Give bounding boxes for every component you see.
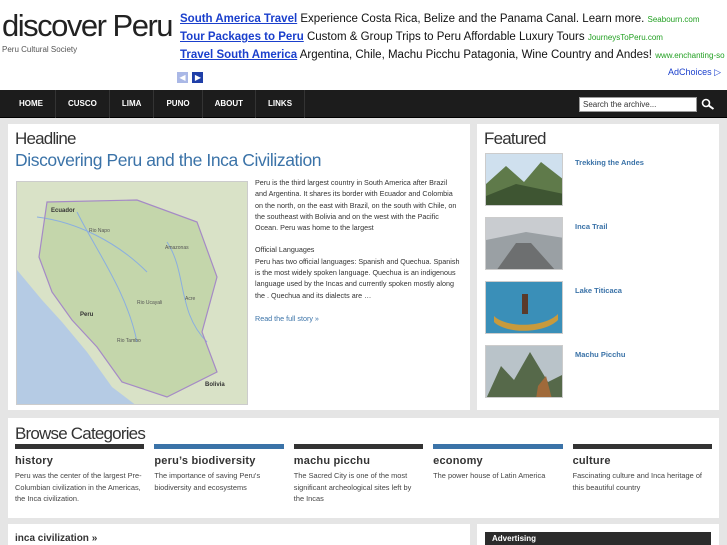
featured-item[interactable]: Trekking the Andes <box>485 153 711 206</box>
category-item-biodiversity[interactable]: peru’s biodiversity The importance of sa… <box>154 444 293 505</box>
search-icon[interactable] <box>701 98 715 110</box>
category-item-culture[interactable]: culture Fascinating culture and Inca her… <box>572 444 712 505</box>
article-paragraph: Official Languages Peru has two official… <box>255 245 460 300</box>
nav-item-links[interactable]: LINKS <box>256 90 306 118</box>
featured-panel: Featured Trekking the Andes Inca Trail L… <box>477 124 719 410</box>
mountain-trek-photo-icon[interactable] <box>485 153 563 206</box>
nav-item-cusco[interactable]: CUSCO <box>56 90 110 118</box>
ad-text: Argentina, Chile, Machu Picchu Patagonia… <box>299 49 652 61</box>
site-logo[interactable]: discover Peru <box>2 8 174 44</box>
ad-url[interactable]: www.enchanting-southame... <box>655 51 725 60</box>
nav-item-lima[interactable]: LIMA <box>110 90 155 118</box>
featured-item-label[interactable]: Trekking the Andes <box>575 158 644 167</box>
ad-row[interactable]: Travel South America Argentina, Chile, M… <box>180 46 725 64</box>
advertising-panel: Advertising <box>477 524 719 545</box>
reed-boat-photo-icon[interactable] <box>485 281 563 334</box>
ad-text: Custom & Group Trips to Peru Affordable … <box>306 31 585 43</box>
map-label: Peru <box>80 312 94 318</box>
featured-item[interactable]: Inca Trail <box>485 217 711 270</box>
category-name[interactable]: peru’s biodiversity <box>154 455 283 467</box>
category-color-bar <box>15 444 145 449</box>
category-color-bar <box>572 444 712 449</box>
ad-title[interactable]: Travel South America <box>180 49 297 61</box>
featured-item-label[interactable]: Machu Picchu <box>575 350 625 359</box>
category-name[interactable]: history <box>15 455 144 467</box>
category-description: The importance of saving Peru's biodiver… <box>154 471 261 492</box>
map-label: Bolivia <box>205 382 225 388</box>
category-description: The power house of Latin America <box>433 471 546 480</box>
category-description: Peru was the center of the largest Pre-C… <box>15 471 142 503</box>
headline-panel: Headline Discovering Peru and the Inca C… <box>8 124 470 410</box>
category-name[interactable]: culture <box>573 455 712 467</box>
nav-menu: HOME CUSCO LIMA PUNO ABOUT LINKS <box>7 90 306 118</box>
featured-item-label[interactable]: Lake Titicaca <box>575 286 622 295</box>
ad-title[interactable]: Tour Packages to Peru <box>180 31 304 43</box>
search-input[interactable] <box>579 97 697 112</box>
map-graphic: Ecuador Peru Bolivia Rio Napo Amazonas R… <box>17 182 247 404</box>
inca-civilization-link[interactable]: inca civilization » <box>15 533 97 544</box>
category-item-economy[interactable]: economy The power house of Latin America <box>433 444 572 505</box>
nav-item-home[interactable]: HOME <box>7 90 56 118</box>
ad-pager: ◀ ▶ <box>177 67 204 85</box>
featured-section-title: Featured <box>484 129 546 148</box>
ad-text: Experience Costa Rica, Belize and the Pa… <box>300 13 645 25</box>
map-label: Rio Tambo <box>117 338 141 344</box>
category-item-machu-picchu[interactable]: machu picchu The Sacred City is one of t… <box>293 444 433 505</box>
map-label: Amazonas <box>165 245 189 251</box>
article-paragraph: Peru is the third largest country in Sou… <box>255 178 457 233</box>
ad-row[interactable]: South America Travel Experience Costa Ri… <box>180 10 725 28</box>
article-title[interactable]: Discovering Peru and the Inca Civilizati… <box>15 150 322 171</box>
advertising-header: Advertising <box>485 532 711 545</box>
article-excerpt: Peru is the third largest country in Sou… <box>255 177 461 312</box>
headline-section-title: Headline <box>15 129 77 148</box>
ad-row[interactable]: Tour Packages to Peru Custom & Group Tri… <box>180 28 725 46</box>
peaks-photo-icon[interactable] <box>485 345 563 398</box>
category-item-history[interactable]: history Peru was the center of the large… <box>15 444 154 505</box>
ad-url[interactable]: Seabourn.com <box>648 15 700 24</box>
text-ads: South America Travel Experience Costa Ri… <box>180 10 725 64</box>
main-nav: HOME CUSCO LIMA PUNO ABOUT LINKS <box>0 90 727 118</box>
category-color-bar <box>433 444 563 449</box>
category-description: Fascinating culture and Inca heritage of… <box>572 471 702 492</box>
categories-section-title: Browse Categories <box>15 424 146 443</box>
stone-trail-photo-icon[interactable] <box>485 217 563 270</box>
ad-url[interactable]: JourneysToPeru.com <box>588 33 663 42</box>
prev-arrow-icon[interactable]: ◀ <box>177 72 188 83</box>
featured-item-label[interactable]: Inca Trail <box>575 222 608 231</box>
category-name[interactable]: machu picchu <box>294 455 423 467</box>
inca-civilization-panel: inca civilization » <box>8 524 470 545</box>
category-color-bar <box>154 444 284 449</box>
ad-title[interactable]: South America Travel <box>180 13 297 25</box>
category-list: history Peru was the center of the large… <box>15 444 712 505</box>
nav-item-puno[interactable]: PUNO <box>154 90 203 118</box>
category-description: The Sacred City is one of the most signi… <box>293 471 412 503</box>
site-tagline: Peru Cultural Society <box>2 45 78 54</box>
adchoices-link[interactable]: AdChoices ▷ <box>668 67 721 78</box>
map-label: Acre <box>185 296 196 302</box>
featured-item[interactable]: Lake Titicaca <box>485 281 711 334</box>
category-name[interactable]: economy <box>433 455 562 467</box>
map-label: Ecuador <box>51 208 76 214</box>
categories-panel: Browse Categories history Peru was the c… <box>8 418 719 518</box>
map-label: Rio Napo <box>89 228 110 234</box>
site-header: discover Peru Peru Cultural Society Sout… <box>0 0 727 90</box>
nav-item-about[interactable]: ABOUT <box>203 90 257 118</box>
featured-item[interactable]: Machu Picchu <box>485 345 711 398</box>
read-more-link[interactable]: Read the full story » <box>255 314 319 323</box>
category-color-bar <box>293 444 424 449</box>
next-arrow-icon[interactable]: ▶ <box>192 72 204 83</box>
peru-map-image[interactable]: Ecuador Peru Bolivia Rio Napo Amazonas R… <box>16 181 248 405</box>
map-label: Rio Ucayali <box>137 300 162 306</box>
